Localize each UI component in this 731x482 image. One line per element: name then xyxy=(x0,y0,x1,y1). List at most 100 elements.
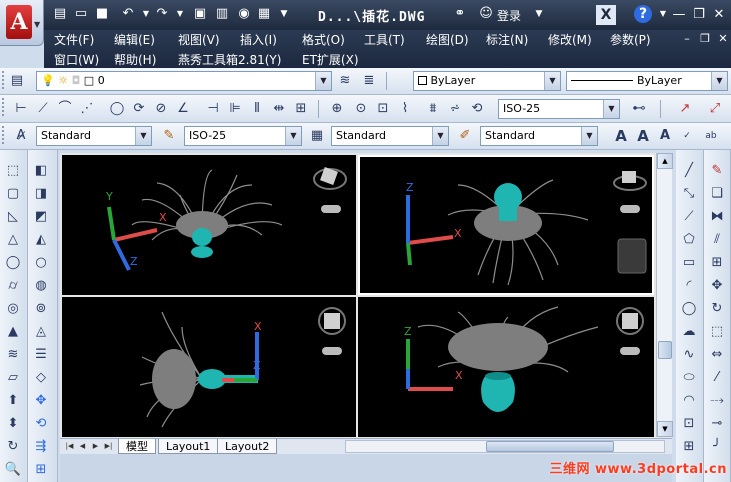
plot-icon[interactable]: ▦ xyxy=(256,6,272,22)
ellipse-icon[interactable]: ⬭ xyxy=(680,369,698,387)
subtract-icon[interactable]: ◨ xyxy=(32,185,50,203)
move-icon[interactable]: ✥ xyxy=(708,277,726,295)
interfere-icon[interactable]: ◬ xyxy=(32,323,50,341)
intersect-icon[interactable]: ◩ xyxy=(32,208,50,226)
3d-array-icon[interactable]: ⊞ xyxy=(32,461,50,479)
mleader-style-combo[interactable]: Standard ▼ xyxy=(480,126,598,146)
application-menu-button[interactable]: A ▼ xyxy=(0,0,44,46)
baseline-dim-icon[interactable]: ⊫ xyxy=(226,100,244,118)
viewcube[interactable] xyxy=(613,171,647,213)
toolbar-grip[interactable] xyxy=(2,98,6,116)
exchange-icon[interactable]: X xyxy=(596,5,616,25)
viewcube[interactable] xyxy=(313,167,347,213)
jogged-linear-icon[interactable]: ⌇ xyxy=(396,100,414,118)
scroll-down-button[interactable]: ▼ xyxy=(657,421,673,437)
toolbar-grip[interactable] xyxy=(2,126,6,144)
aligned-dim-icon[interactable]: ⟋ xyxy=(34,100,52,118)
drawing-area[interactable]: X Y Z X Z X Z X Z xyxy=(60,153,672,438)
mleader-add-icon[interactable]: ⤢ xyxy=(706,100,724,118)
zoom-icon[interactable]: 🔍 xyxy=(4,461,22,479)
polygon-icon[interactable]: ⬠ xyxy=(680,231,698,249)
viewport-bottom-left[interactable]: X Z xyxy=(62,297,356,437)
box-icon[interactable]: ▢ xyxy=(4,185,22,203)
viewport-top-right[interactable]: X Z xyxy=(358,155,654,295)
jogged-dim-icon[interactable]: ⟳ xyxy=(130,100,148,118)
dim-style-combo[interactable]: ISO-25 ▼ xyxy=(498,99,620,119)
ordinate-dim-icon[interactable]: ⋰ xyxy=(78,100,96,118)
dim-style-icon[interactable]: ✎ xyxy=(160,127,178,145)
mleader-icon[interactable]: ↗ xyxy=(676,100,694,118)
tab-layout2[interactable]: Layout2 xyxy=(217,439,278,454)
minimize-button[interactable]: — xyxy=(668,5,690,25)
table-style-icon[interactable]: ▦ xyxy=(308,127,326,145)
print-preview-icon[interactable]: ◉ xyxy=(236,6,252,22)
mdi-close-button[interactable]: ✕ xyxy=(716,32,730,46)
saveas-icon[interactable]: ▣ xyxy=(192,6,208,22)
find-replace-icon[interactable]: ab xyxy=(702,127,720,145)
extrude-icon[interactable]: ⬆ xyxy=(4,392,22,410)
help-icon[interactable]: ? xyxy=(634,5,652,23)
redo-dropdown-icon[interactable]: ▼ xyxy=(172,6,188,22)
vertical-scrollbar[interactable]: ▲ ▼ xyxy=(656,153,673,437)
viewport-bottom-right[interactable]: X Z xyxy=(358,297,654,437)
helix-icon[interactable]: ≋ xyxy=(4,346,22,364)
prev-tab-button[interactable]: ◀ xyxy=(77,440,88,453)
imprint-icon[interactable]: ☰ xyxy=(32,346,50,364)
next-tab-button[interactable]: ▶ xyxy=(90,440,101,453)
undo-dropdown-icon[interactable]: ▼ xyxy=(138,6,154,22)
make-current-layer-icon[interactable]: ≋ xyxy=(336,72,354,90)
mdi-minimize-button[interactable]: – xyxy=(680,32,694,46)
section-plane-icon[interactable]: ◇ xyxy=(32,369,50,387)
continue-dim-icon[interactable]: ⫴ xyxy=(248,100,266,118)
rotate-icon[interactable]: ↻ xyxy=(708,300,726,318)
styles-dim-style-dropdown-icon[interactable]: ▼ xyxy=(285,127,301,145)
dim-break-icon[interactable]: ⊞ xyxy=(292,100,310,118)
menu-draw[interactable]: 绘图(D) xyxy=(426,31,469,48)
slice-icon[interactable]: ◍ xyxy=(32,277,50,295)
revision-cloud-icon[interactable]: ☁ xyxy=(680,323,698,341)
cylinder-icon[interactable]: ⌭ xyxy=(4,277,22,295)
diameter-dim-icon[interactable]: ⊘ xyxy=(152,100,170,118)
trim-icon[interactable]: ⁄ xyxy=(708,369,726,387)
dim-update-icon[interactable]: ⟲ xyxy=(468,100,486,118)
linear-dim-icon[interactable]: ⊢ xyxy=(12,100,30,118)
spell-check-icon[interactable]: ✓ xyxy=(678,127,696,145)
text-style-dropdown-icon[interactable]: ▼ xyxy=(135,127,151,145)
redo-icon[interactable]: ↷ xyxy=(154,6,170,22)
menu-window[interactable]: 窗口(W) xyxy=(54,51,99,68)
copy-icon[interactable]: ❏ xyxy=(708,185,726,203)
circle-icon[interactable]: ◯ xyxy=(680,300,698,318)
menu-tools[interactable]: 工具(T) xyxy=(364,31,405,48)
arc-icon[interactable]: ◜ xyxy=(680,277,698,295)
union-icon[interactable]: ◧ xyxy=(32,162,50,180)
mtext-icon[interactable]: A xyxy=(612,127,630,145)
wedge-icon[interactable]: ◺ xyxy=(4,208,22,226)
viewcube[interactable] xyxy=(616,307,644,355)
edit-text-icon[interactable]: A xyxy=(656,127,674,145)
mirror-icon[interactable]: ⧓ xyxy=(708,208,726,226)
menu-parametric[interactable]: 参数(P) xyxy=(610,31,651,48)
first-tab-button[interactable]: |◀ xyxy=(64,440,75,453)
array-icon[interactable]: ⊞ xyxy=(708,254,726,272)
center-mark-icon[interactable]: ⊙ xyxy=(352,100,370,118)
make-block-icon[interactable]: ⊞ xyxy=(680,438,698,456)
dim-style-dropdown-icon[interactable]: ▼ xyxy=(603,100,619,118)
cone-icon[interactable]: △ xyxy=(4,231,22,249)
fillet-icon[interactable]: ╯ xyxy=(708,438,726,456)
menu-insert[interactable]: 插入(I) xyxy=(240,31,277,48)
offset-icon[interactable]: ⫽ xyxy=(708,231,726,249)
dim-space-icon[interactable]: ⇹ xyxy=(270,100,288,118)
binoculars-icon[interactable]: ⚭ xyxy=(452,6,468,22)
dim-text-edit-icon[interactable]: ⩫ xyxy=(446,100,464,118)
single-line-text-icon[interactable]: A xyxy=(634,127,652,145)
tab-layout1[interactable]: Layout1 xyxy=(158,439,219,454)
scroll-up-button[interactable]: ▲ xyxy=(657,153,673,169)
menu-edit[interactable]: 编辑(E) xyxy=(114,31,155,48)
color-dropdown-icon[interactable]: ▼ xyxy=(544,72,560,90)
tolerance-icon[interactable]: ⊕ xyxy=(328,100,346,118)
arc-length-icon[interactable]: ⌒ xyxy=(56,100,74,118)
menu-express-tools[interactable]: ET扩展(X) xyxy=(302,51,359,68)
linetype-combo[interactable]: ByLayer ▼ xyxy=(566,71,728,91)
table-style-combo[interactable]: Standard ▼ xyxy=(331,126,449,146)
horizontal-scroll-thumb[interactable] xyxy=(486,441,614,452)
